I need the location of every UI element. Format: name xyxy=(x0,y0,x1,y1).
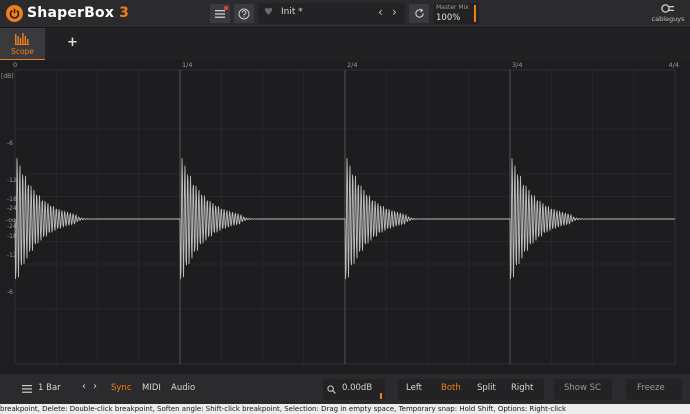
midi-mode-button[interactable]: MIDI xyxy=(142,383,161,393)
show-sc-label: Show SC xyxy=(564,383,601,393)
tab-scope-label: Scope xyxy=(11,47,34,56)
brand-shaper: Shaper xyxy=(27,5,85,21)
add-tab-plus-icon[interactable]: + xyxy=(67,35,78,50)
x-tick-label: 3/4 xyxy=(512,61,522,69)
next-preset-chevron-right-icon[interactable]: › xyxy=(392,5,397,19)
favorite-heart-icon[interactable]: ♥ xyxy=(264,7,273,18)
audio-mode-button[interactable]: Audio xyxy=(171,383,195,393)
cableguys-logo-icon xyxy=(661,4,674,13)
y-tick-label: -24 xyxy=(7,205,17,212)
brand-version: 3 xyxy=(119,5,130,21)
master-mix-label: Master Mix xyxy=(436,4,469,11)
top-bar: ShaperBox 3 ♥ Init * ‹ › Master Mix 100% xyxy=(0,0,690,27)
refresh-icon xyxy=(414,8,424,18)
scope-grid xyxy=(14,69,676,365)
show-sc-button[interactable]: Show SC xyxy=(554,379,612,400)
channel-both-button[interactable]: Both xyxy=(441,383,461,393)
bottom-bar: 1 Bar ‹ › Sync MIDI Audio 0.00dB Left Bo… xyxy=(0,374,690,404)
help-icon xyxy=(238,8,250,19)
length-prev-chevron-left-icon[interactable]: ‹ xyxy=(82,381,86,392)
power-button[interactable] xyxy=(6,4,23,22)
scope-view[interactable]: 0 1/4 2/4 3/4 4/4 [dB] -6 -12 -18 -24 -oo -24 -18 -12… xyxy=(0,60,690,374)
settings-menu-hamburger-icon[interactable] xyxy=(22,385,32,393)
logo: ShaperBox 3 xyxy=(6,3,129,23)
x-tick-label: 2/4 xyxy=(347,61,357,69)
tab-scope[interactable]: Scope xyxy=(0,28,45,61)
reset-button[interactable] xyxy=(409,4,429,23)
preset-selector[interactable]: ♥ Init * ‹ › xyxy=(258,3,405,24)
menu-button[interactable] xyxy=(210,4,230,23)
power-icon xyxy=(9,8,20,19)
length-selector[interactable]: 1 Bar xyxy=(38,383,61,393)
help-button[interactable] xyxy=(234,4,254,23)
app-title: ShaperBox 3 xyxy=(27,5,129,21)
freeze-button[interactable]: Freeze xyxy=(626,379,682,400)
gain-level-marker xyxy=(380,393,382,399)
freeze-label: Freeze xyxy=(637,383,665,393)
y-unit-label: [dB] xyxy=(1,73,14,80)
hamburger-icon xyxy=(215,9,225,18)
magnifier-icon xyxy=(327,385,336,394)
length-next-chevron-right-icon[interactable]: › xyxy=(93,381,97,392)
master-mix-value: 100% xyxy=(436,13,461,23)
x-tick-label: 1/4 xyxy=(182,61,192,69)
help-text: breakpoint, Delete: Double-click breakpo… xyxy=(0,405,567,413)
channel-split-button[interactable]: Split xyxy=(477,383,496,393)
company-name: cableguys xyxy=(651,15,685,23)
channel-left-button[interactable]: Left xyxy=(406,383,422,393)
prev-preset-chevron-left-icon[interactable]: ‹ xyxy=(378,5,383,19)
x-tick-label: 0 xyxy=(13,61,17,69)
y-tick-label: -12 xyxy=(7,177,17,184)
help-status-bar: breakpoint, Delete: Double-click breakpo… xyxy=(0,404,690,414)
master-mix-control[interactable]: Master Mix 100% xyxy=(433,3,479,24)
tab-bar: Scope + xyxy=(0,27,690,61)
sync-mode-button[interactable]: Sync xyxy=(111,383,132,393)
preset-name: Init * xyxy=(281,7,303,17)
scope-plot: 0 1/4 2/4 3/4 4/4[dB]-6-12-18-24-oo-24-18-12… xyxy=(1,61,679,365)
company-logo: cableguys xyxy=(650,3,686,24)
gain-value: 0.00dB xyxy=(342,383,373,393)
brand-box: Box xyxy=(84,5,115,21)
x-tick-label: 4/4 xyxy=(669,61,679,69)
y-tick-label: -6 xyxy=(7,140,13,147)
y-tick-label: -6 xyxy=(7,289,13,296)
y-tick-label: -18 xyxy=(7,196,17,203)
scope-waveform-icon xyxy=(15,33,29,45)
notification-dot xyxy=(224,6,228,10)
channel-right-button[interactable]: Right xyxy=(511,383,533,393)
master-mix-level-bar xyxy=(474,5,476,22)
gain-control[interactable]: 0.00dB xyxy=(323,379,385,400)
